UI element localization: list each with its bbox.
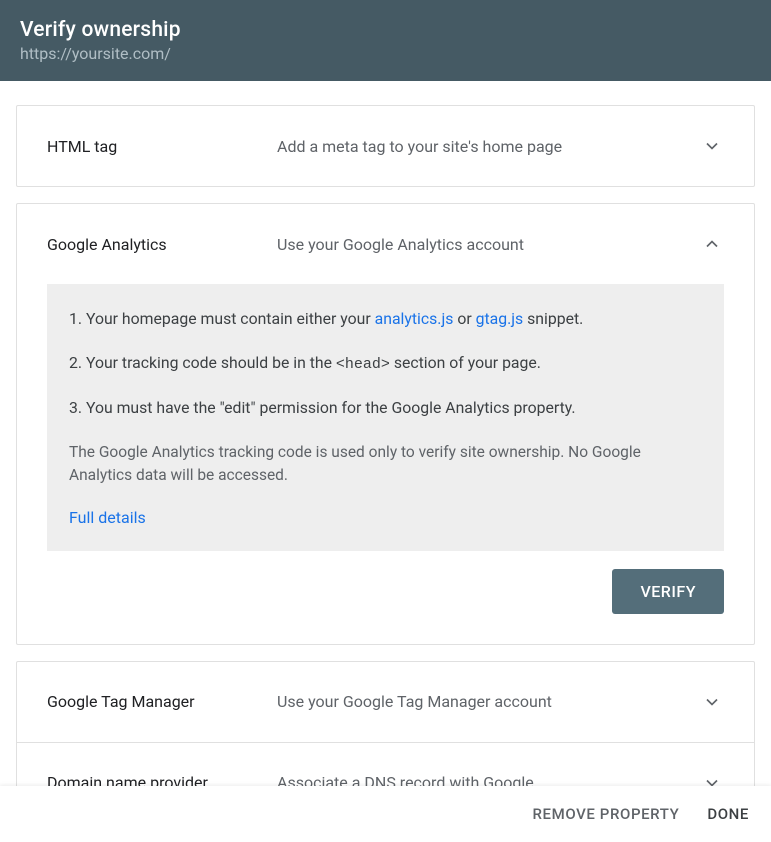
dialog-title: Verify ownership: [20, 18, 751, 42]
method-google-analytics-header[interactable]: Google Analytics Use your Google Analyti…: [17, 204, 754, 284]
text: 1. Your homepage must contain either you…: [69, 309, 375, 328]
text: snippet.: [523, 309, 583, 328]
method-tag-manager-header[interactable]: Google Tag Manager Use your Google Tag M…: [17, 662, 754, 742]
method-description: Use your Google Tag Manager account: [277, 692, 700, 711]
full-details-link[interactable]: Full details: [69, 508, 702, 527]
code-head: <head>: [336, 356, 390, 373]
method-html-tag: HTML tag Add a meta tag to your site's h…: [16, 105, 755, 187]
instruction-step-2: 2. Your tracking code should be in the <…: [69, 352, 702, 375]
chevron-down-icon: [700, 690, 724, 714]
method-details: 1. Your homepage must contain either you…: [17, 284, 754, 644]
method-title: Google Analytics: [47, 235, 277, 254]
chevron-up-icon: [700, 232, 724, 256]
instruction-step-3: 3. You must have the "edit" permission f…: [69, 397, 702, 419]
done-button[interactable]: DONE: [707, 805, 749, 823]
gtag-js-link[interactable]: gtag.js: [476, 309, 524, 328]
instructions-box: 1. Your homepage must contain either you…: [47, 284, 724, 551]
methods-list: HTML tag Add a meta tag to your site's h…: [0, 105, 771, 824]
text: or: [453, 309, 475, 328]
method-title: HTML tag: [47, 137, 277, 156]
method-description: Use your Google Analytics account: [277, 235, 700, 254]
text: 2. Your tracking code should be in the: [69, 353, 336, 372]
remove-property-button[interactable]: REMOVE PROPERTY: [533, 805, 680, 823]
instructions-note: The Google Analytics tracking code is us…: [69, 441, 702, 488]
method-google-analytics: Google Analytics Use your Google Analyti…: [16, 203, 755, 645]
dialog-header: Verify ownership https://yoursite.com/: [0, 0, 771, 81]
analytics-js-link[interactable]: analytics.js: [375, 309, 454, 328]
site-url: https://yoursite.com/: [20, 44, 751, 63]
method-html-tag-header[interactable]: HTML tag Add a meta tag to your site's h…: [17, 106, 754, 186]
method-description: Add a meta tag to your site's home page: [277, 137, 700, 156]
instruction-step-1: 1. Your homepage must contain either you…: [69, 308, 702, 330]
chevron-down-icon: [700, 134, 724, 158]
verify-button[interactable]: VERIFY: [612, 569, 724, 614]
dialog-footer: REMOVE PROPERTY DONE: [0, 786, 771, 842]
method-title: Google Tag Manager: [47, 692, 277, 711]
text: section of your page.: [390, 353, 541, 372]
verify-row: VERIFY: [47, 569, 724, 614]
